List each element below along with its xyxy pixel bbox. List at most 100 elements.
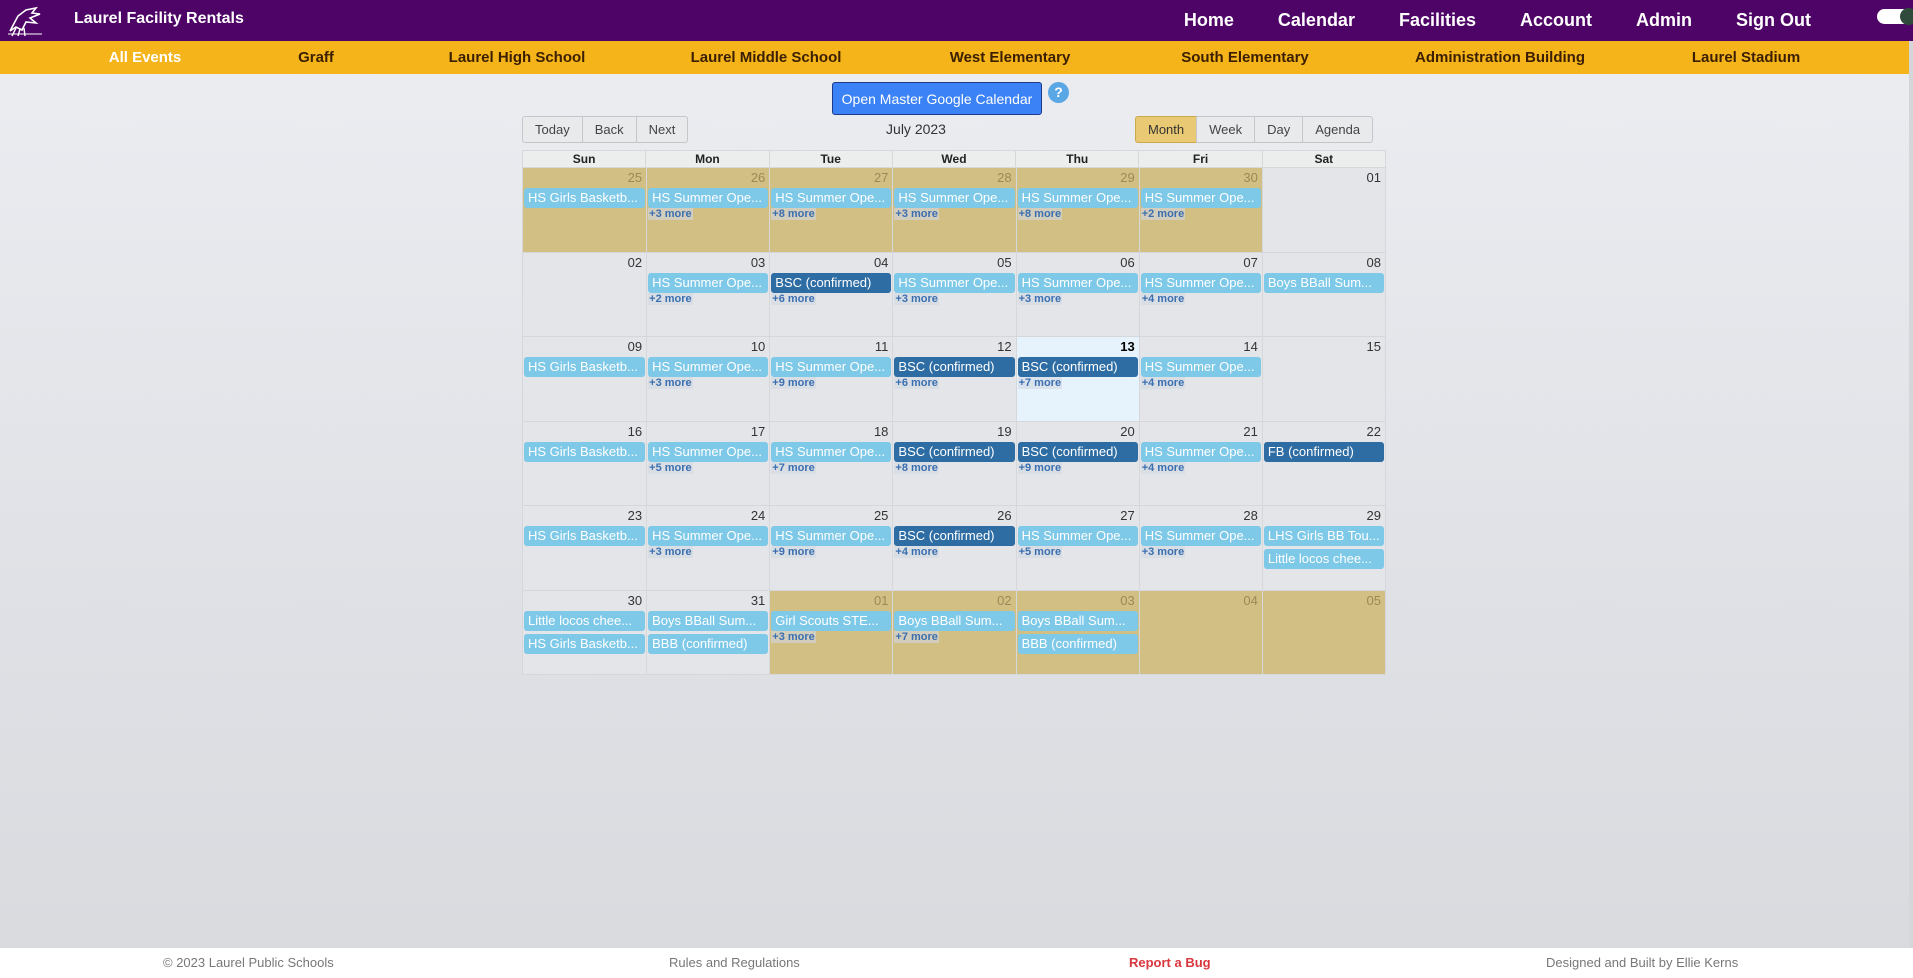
day-number[interactable]: 27 bbox=[874, 170, 888, 185]
calendar-event[interactable]: BSC (confirmed) bbox=[894, 441, 1015, 462]
day-number[interactable]: 29 bbox=[1120, 170, 1134, 185]
calendar-event[interactable]: BSC (confirmed) bbox=[894, 526, 1015, 546]
calendar-event[interactable]: HS Summer Ope... bbox=[1017, 526, 1138, 546]
show-more-link[interactable]: +7 more bbox=[1017, 377, 1063, 389]
show-more-link[interactable]: +9 more bbox=[771, 546, 816, 558]
day-cell[interactable]: 05 HS Summer Ope... +3 more bbox=[892, 252, 1016, 337]
calendar-event[interactable]: HS Summer Ope... bbox=[648, 188, 769, 208]
open-google-calendar-button[interactable]: Open Master Google Calendar bbox=[832, 82, 1042, 115]
day-number[interactable]: 22 bbox=[1367, 424, 1381, 439]
nav-admin[interactable]: Admin bbox=[1636, 0, 1692, 41]
day-cell[interactable]: 19 BSC (confirmed) +8 more bbox=[892, 421, 1016, 506]
next-button[interactable]: Next bbox=[635, 116, 689, 143]
day-cell[interactable]: 01 Girl Scouts STE... +3 more bbox=[769, 590, 893, 675]
day-cell[interactable]: 26 BSC (confirmed) +4 more bbox=[892, 506, 1016, 591]
day-number[interactable]: 28 bbox=[1243, 508, 1257, 523]
day-cell[interactable]: 03 Boys BBall Sum... BBB (confirmed) bbox=[1015, 590, 1139, 675]
brand-title[interactable]: Laurel Facility Rentals bbox=[74, 10, 244, 28]
show-more-link[interactable]: +5 more bbox=[1017, 546, 1063, 558]
show-more-link[interactable]: +4 more bbox=[1140, 461, 1186, 474]
day-number[interactable]: 12 bbox=[997, 339, 1011, 354]
calendar-event[interactable]: HS Summer Ope... bbox=[648, 272, 769, 293]
calendar-event[interactable]: HS Summer Ope... bbox=[648, 357, 769, 377]
day-cell[interactable]: 06 HS Summer Ope... +3 more bbox=[1015, 252, 1139, 337]
day-number[interactable]: 27 bbox=[1120, 508, 1134, 523]
show-more-link[interactable]: +5 more bbox=[648, 461, 693, 474]
calendar-event[interactable]: Boys BBall Sum... bbox=[894, 610, 1015, 631]
day-cell[interactable]: 18 HS Summer Ope... +7 more bbox=[769, 421, 893, 506]
day-number[interactable]: 31 bbox=[751, 593, 765, 608]
day-number[interactable]: 11 bbox=[875, 339, 889, 354]
day-number[interactable]: 03 bbox=[751, 255, 765, 270]
day-number[interactable]: 21 bbox=[1243, 424, 1257, 439]
day-number[interactable]: 18 bbox=[874, 424, 888, 439]
day-cell[interactable]: 02 bbox=[523, 252, 647, 337]
day-cell[interactable]: 02 Boys BBall Sum... +7 more bbox=[892, 590, 1016, 675]
day-number[interactable]: 04 bbox=[1243, 593, 1257, 608]
day-cell[interactable]: 24 HS Summer Ope... +3 more bbox=[646, 506, 770, 591]
day-number[interactable]: 01 bbox=[1367, 170, 1381, 185]
day-cell[interactable]: 31 Boys BBall Sum... BBB (confirmed) bbox=[646, 590, 770, 675]
calendar-event[interactable]: Boys BBall Sum... bbox=[1017, 610, 1138, 631]
calendar-event[interactable]: HS Summer Ope... bbox=[1140, 357, 1261, 377]
calendar-event[interactable]: HS Summer Ope... bbox=[648, 441, 769, 462]
show-more-link[interactable]: +3 more bbox=[1017, 292, 1063, 305]
calendar-event[interactable]: HS Summer Ope... bbox=[1140, 272, 1261, 293]
page-scrollbar[interactable] bbox=[1909, 41, 1913, 948]
day-number[interactable]: 03 bbox=[1120, 593, 1134, 608]
today-button[interactable]: Today bbox=[522, 116, 583, 143]
calendar-event[interactable]: HS Girls Basketb... bbox=[524, 633, 646, 654]
show-more-link[interactable]: +9 more bbox=[771, 377, 816, 389]
day-cell[interactable]: 10 HS Summer Ope... +3 more bbox=[646, 337, 770, 422]
calendar-event[interactable]: HS Girls Basketb... bbox=[524, 188, 646, 208]
show-more-link[interactable]: +3 more bbox=[648, 208, 693, 220]
calendar-event[interactable]: Boys BBall Sum... bbox=[648, 610, 769, 631]
day-cell[interactable]: 07 HS Summer Ope... +4 more bbox=[1138, 252, 1262, 337]
view-month-button[interactable]: Month bbox=[1135, 116, 1198, 143]
calendar-event[interactable]: HS Summer Ope... bbox=[648, 526, 769, 546]
day-cell[interactable]: 29 LHS Girls BB Tou... Little locos chee..… bbox=[1261, 506, 1385, 591]
day-number[interactable]: 05 bbox=[1367, 593, 1381, 608]
day-number[interactable]: 14 bbox=[1243, 339, 1257, 354]
day-cell[interactable]: 14 HS Summer Ope... +4 more bbox=[1138, 337, 1262, 422]
show-more-link[interactable]: +2 more bbox=[1140, 208, 1186, 220]
show-more-link[interactable]: +3 more bbox=[894, 208, 939, 220]
day-number[interactable]: 05 bbox=[997, 255, 1011, 270]
back-button[interactable]: Back bbox=[581, 116, 637, 143]
subnav-south-elementary[interactable]: South Elementary bbox=[1181, 41, 1309, 74]
show-more-link[interactable]: +3 more bbox=[1140, 546, 1186, 558]
day-number[interactable]: 26 bbox=[997, 508, 1011, 523]
day-number[interactable]: 01 bbox=[874, 593, 888, 608]
day-cell[interactable]: 12 BSC (confirmed) +6 more bbox=[892, 337, 1016, 422]
day-cell[interactable]: 17 HS Summer Ope... +5 more bbox=[646, 421, 770, 506]
show-more-link[interactable]: +3 more bbox=[648, 546, 693, 558]
day-number[interactable]: 24 bbox=[751, 508, 765, 523]
day-number[interactable]: 30 bbox=[628, 593, 642, 608]
show-more-link[interactable]: +8 more bbox=[1017, 208, 1063, 220]
day-cell[interactable]: 21 HS Summer Ope... +4 more bbox=[1138, 421, 1262, 506]
day-number[interactable]: 13 bbox=[1120, 339, 1134, 354]
calendar-event[interactable]: LHS Girls BB Tou... bbox=[1263, 526, 1384, 546]
day-number[interactable]: 30 bbox=[1243, 170, 1257, 185]
calendar-event[interactable]: BBB (confirmed) bbox=[1017, 633, 1138, 654]
day-cell[interactable]: 04 BSC (confirmed) +6 more bbox=[769, 252, 893, 337]
calendar-event[interactable]: FB (confirmed) bbox=[1263, 441, 1384, 462]
show-more-link[interactable]: +6 more bbox=[894, 377, 939, 389]
day-number[interactable]: 04 bbox=[874, 255, 888, 270]
show-more-link[interactable]: +7 more bbox=[771, 461, 816, 474]
calendar-event[interactable]: HS Summer Ope... bbox=[894, 188, 1015, 208]
day-number[interactable]: 17 bbox=[751, 424, 765, 439]
show-more-link[interactable]: +4 more bbox=[894, 546, 939, 558]
day-number[interactable]: 29 bbox=[1367, 508, 1381, 523]
day-number[interactable]: 06 bbox=[1120, 255, 1134, 270]
day-cell[interactable]: 04 bbox=[1138, 590, 1262, 675]
view-week-button[interactable]: Week bbox=[1196, 116, 1256, 143]
footer-rules-link[interactable]: Rules and Regulations bbox=[669, 948, 800, 978]
calendar-event[interactable]: HS Summer Ope... bbox=[1017, 188, 1138, 208]
nav-facilities[interactable]: Facilities bbox=[1399, 0, 1476, 41]
day-cell[interactable]: 11 HS Summer Ope... +9 more bbox=[769, 337, 893, 422]
day-number[interactable]: 25 bbox=[874, 508, 888, 523]
show-more-link[interactable]: +8 more bbox=[894, 461, 939, 474]
show-more-link[interactable]: +8 more bbox=[771, 208, 816, 220]
calendar-event[interactable]: HS Girls Basketb... bbox=[524, 526, 646, 546]
